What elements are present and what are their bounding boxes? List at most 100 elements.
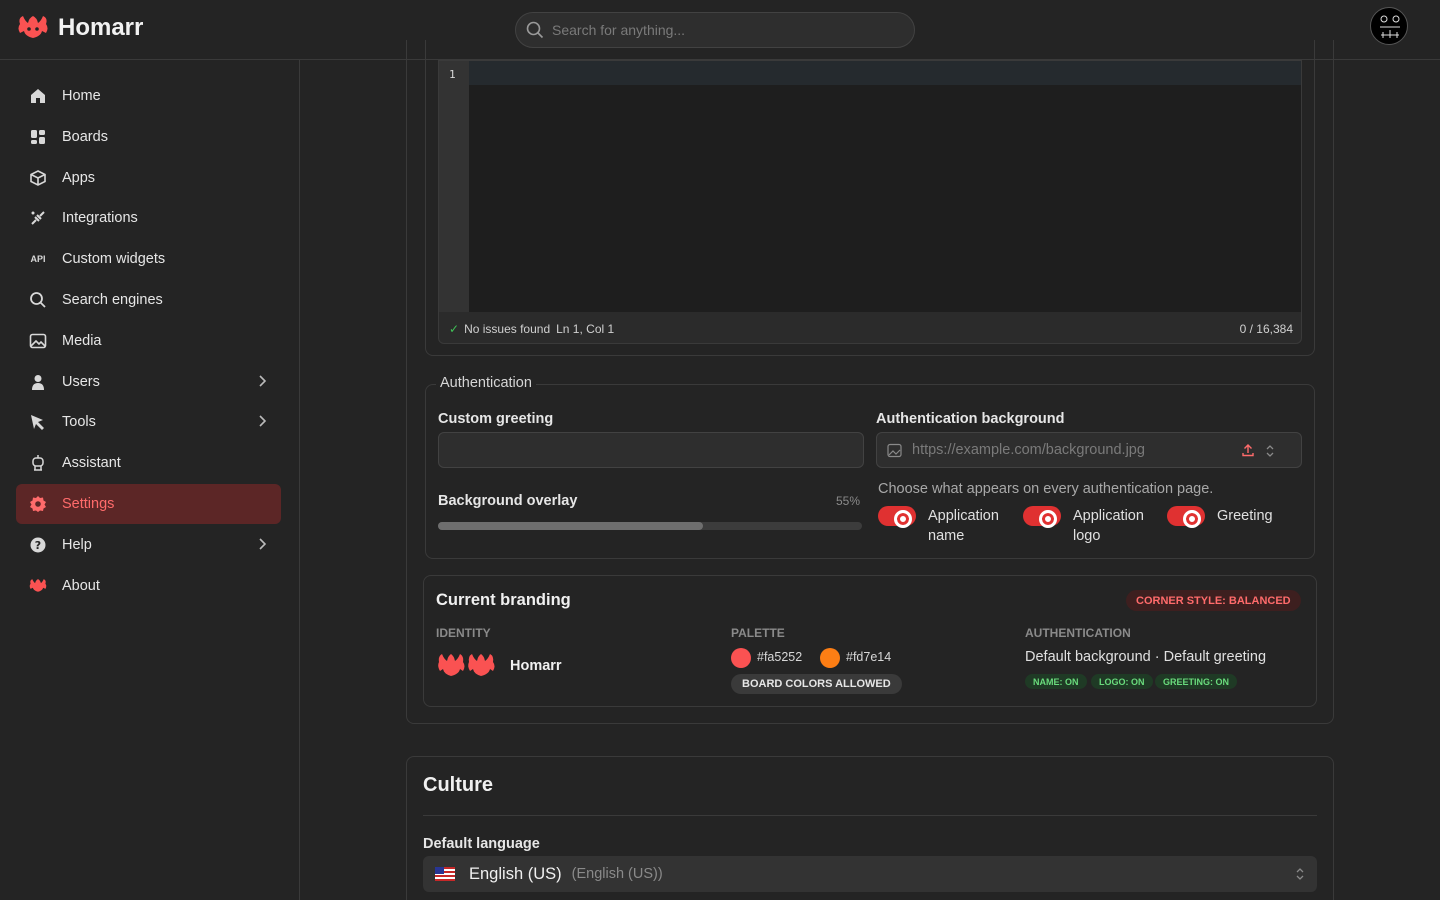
toggle-application-name[interactable] <box>878 506 916 528</box>
sidebar-item-label: Home <box>62 88 101 104</box>
sidebar-item-label: Media <box>62 333 102 349</box>
editor-status-bar: ✓ No issues found Ln 1, Col 1 0 / 16,384 <box>439 312 1301 343</box>
sidebar-item-custom-widgets[interactable]: API Custom widgets <box>16 239 281 279</box>
background-overlay-label: Background overlay <box>438 493 578 509</box>
sidebar-item-search-engines[interactable]: Search engines <box>16 280 281 320</box>
sidebar-item-label: Users <box>62 374 100 390</box>
branding-title: Current branding <box>436 591 571 609</box>
grid-icon <box>28 127 48 147</box>
selector-chevrons-icon <box>1296 868 1304 880</box>
toggles-caption: Choose what appears on every authenticat… <box>878 481 1214 497</box>
sidebar: Home Boards Apps Integrations API Custom… <box>0 60 300 900</box>
toggle-label: Greeting <box>1217 508 1273 524</box>
homarr-logo-icon <box>438 654 495 676</box>
upload-icon[interactable] <box>1241 443 1255 457</box>
default-language-label: Default language <box>423 836 540 852</box>
search-input[interactable] <box>552 22 892 38</box>
app-logo[interactable]: Homarr <box>16 14 143 42</box>
sidebar-item-label: Search engines <box>62 292 163 308</box>
secondary-color-hex: #fd7e14 <box>846 650 892 664</box>
question-icon: ? <box>28 535 48 555</box>
pointer-icon <box>28 412 48 432</box>
identity-name: Homarr <box>510 658 562 674</box>
sidebar-item-tools[interactable]: Tools <box>16 402 281 442</box>
svg-text:?: ? <box>35 539 41 552</box>
search-icon <box>526 21 544 39</box>
authentication-fieldset <box>425 384 1315 559</box>
language-value: English (US) <box>469 864 562 883</box>
chevron-right-icon <box>257 414 267 432</box>
divider <box>423 815 1317 816</box>
sidebar-item-label: Apps <box>62 170 96 186</box>
name-on-badge: NAME: ON <box>1025 674 1087 689</box>
toggle-greeting[interactable] <box>1167 506 1205 528</box>
sidebar-item-label: Integrations <box>62 210 138 226</box>
sidebar-item-label: Assistant <box>62 455 121 471</box>
editor-gutter: 1 <box>439 61 469 312</box>
auth-summary-heading: AUTHENTICATION <box>1025 626 1131 640</box>
toggle-label: Application name <box>928 508 999 544</box>
sidebar-item-integrations[interactable]: Integrations <box>16 198 281 238</box>
us-flag-icon <box>435 867 455 881</box>
chevron-right-icon <box>257 374 267 392</box>
authentication-legend: Authentication <box>436 375 536 391</box>
image-icon <box>28 331 48 351</box>
user-icon <box>28 372 48 392</box>
board-colors-badge: BOARD COLORS ALLOWED <box>731 674 902 694</box>
sidebar-item-help[interactable]: ? Help <box>16 525 281 565</box>
culture-title: Culture <box>423 774 493 796</box>
corner-style-badge: CORNER STYLE: BALANCED <box>1126 590 1301 611</box>
box-icon <box>28 168 48 188</box>
slider-fill <box>438 522 703 530</box>
sidebar-item-assistant[interactable]: Assistant <box>16 443 281 483</box>
toggle-application-logo[interactable] <box>1023 506 1061 528</box>
sidebar-item-media[interactable]: Media <box>16 321 281 361</box>
active-line <box>469 61 1301 85</box>
custom-greeting-label: Custom greeting <box>438 411 554 427</box>
search-icon <box>28 290 48 310</box>
sidebar-item-label: Settings <box>62 496 115 512</box>
editor-cursor-position: Ln 1, Col 1 <box>556 321 615 336</box>
css-code-editor[interactable]: 1 ✓ No issues found Ln 1, Col 1 0 / 16,3… <box>438 60 1302 344</box>
logo-icon <box>28 576 48 596</box>
identity-heading: IDENTITY <box>436 626 491 640</box>
check-icon: ✓ <box>449 321 460 336</box>
default-language-select[interactable]: English (US) (English (US)) <box>423 856 1317 892</box>
auth-summary-text: Default background · Default greeting <box>1025 649 1267 665</box>
sidebar-item-about[interactable]: About <box>16 566 281 606</box>
plug-icon <box>28 208 48 228</box>
gear-icon <box>28 494 48 514</box>
auth-background-input[interactable]: https://example.com/background.jpg <box>876 432 1302 468</box>
background-overlay-slider[interactable] <box>438 522 862 530</box>
sidebar-item-label: Tools <box>62 414 96 430</box>
user-avatar[interactable] <box>1370 7 1408 45</box>
line-number: 1 <box>449 68 456 81</box>
editor-status-text: No issues found <box>464 321 551 336</box>
greeting-on-badge: GREETING: ON <box>1155 674 1238 689</box>
robot-icon <box>28 453 48 473</box>
sidebar-item-label: Boards <box>62 129 108 145</box>
chevron-right-icon <box>257 537 267 555</box>
avatar-pattern-icon <box>1380 15 1400 38</box>
sidebar-item-settings[interactable]: Settings <box>16 484 281 524</box>
sidebar-item-apps[interactable]: Apps <box>16 158 281 198</box>
secondary-color-swatch <box>820 648 840 668</box>
toggle-label: Application logo <box>1073 508 1144 544</box>
language-native-name: (English (US)) <box>571 866 663 882</box>
auth-background-placeholder: https://example.com/background.jpg <box>912 442 1145 458</box>
custom-greeting-input[interactable] <box>438 432 864 468</box>
selector-chevrons-icon[interactable] <box>1265 444 1275 458</box>
palette-heading: PALETTE <box>731 626 785 640</box>
sidebar-item-users[interactable]: Users <box>16 362 281 402</box>
sidebar-item-label: Custom widgets <box>62 251 166 267</box>
primary-color-hex: #fa5252 <box>757 650 803 664</box>
sidebar-item-label: About <box>62 578 100 594</box>
sidebar-item-boards[interactable]: Boards <box>16 117 281 157</box>
auth-background-label: Authentication background <box>876 411 1065 427</box>
editor-text-area[interactable] <box>469 61 1301 312</box>
image-icon <box>887 443 902 457</box>
sidebar-item-home[interactable]: Home <box>16 76 281 116</box>
api-icon: API <box>30 254 46 264</box>
editor-char-count: 0 / 16,384 <box>1239 321 1293 336</box>
app-title: Homarr <box>58 14 144 41</box>
